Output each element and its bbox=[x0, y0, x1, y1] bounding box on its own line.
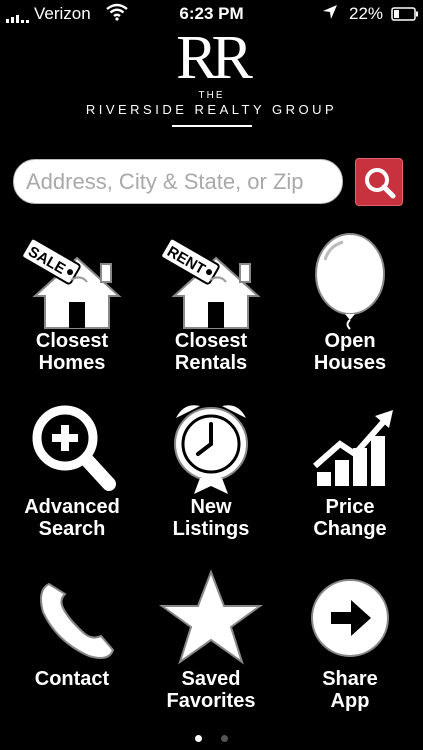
location-arrow-icon bbox=[322, 4, 338, 25]
balloon-icon bbox=[315, 233, 385, 330]
tile-closest-homes[interactable]: SALE Closest Homes bbox=[3, 230, 141, 374]
bar-chart-arrow-icon bbox=[313, 410, 393, 486]
tile-label: Price Change bbox=[313, 496, 387, 540]
tile-advanced-search[interactable]: Advanced Search bbox=[3, 396, 141, 540]
sale-house-icon: SALE bbox=[21, 237, 122, 329]
battery-percent: 22% bbox=[349, 4, 384, 23]
tile-label: Advanced Search bbox=[24, 496, 120, 540]
page-dot-1[interactable] bbox=[195, 735, 203, 742]
tile-label: Contact bbox=[34, 668, 110, 690]
rent-house-icon: RENT bbox=[160, 237, 261, 329]
tile-label: Saved Favorites bbox=[166, 668, 256, 712]
tile-share-app[interactable]: Share App bbox=[281, 568, 419, 712]
logo-underline bbox=[171, 125, 252, 127]
tile-contact[interactable]: Contact bbox=[3, 568, 141, 690]
tile-price-change[interactable]: Price Change bbox=[281, 396, 419, 540]
page-indicator[interactable] bbox=[0, 729, 423, 747]
page-dot-2[interactable] bbox=[220, 735, 228, 742]
battery-icon bbox=[391, 6, 419, 26]
arrow-circle-icon bbox=[311, 579, 389, 657]
tile-label: Closest Rentals bbox=[174, 330, 248, 374]
tile-open-houses[interactable]: Open Houses bbox=[281, 230, 419, 374]
alarm-clock-icon bbox=[174, 405, 248, 494]
logo-company-name: RIVERSIDE REALTY GROUP bbox=[85, 102, 338, 117]
logo-the: THE bbox=[198, 90, 225, 101]
logo-monogram: RR bbox=[176, 24, 253, 92]
tile-saved-favorites[interactable]: Saved Favorites bbox=[142, 568, 280, 712]
phone-icon bbox=[40, 582, 115, 659]
tile-label: Open Houses bbox=[313, 330, 387, 374]
search-icon bbox=[365, 168, 396, 199]
tile-label: Share App bbox=[322, 668, 378, 712]
star-icon bbox=[158, 569, 264, 665]
tile-new-listings[interactable]: New Listings bbox=[142, 396, 280, 540]
search-input[interactable] bbox=[13, 159, 343, 204]
tile-label: Closest Homes bbox=[35, 330, 109, 374]
tile-closest-rentals[interactable]: RENT Closest Rentals bbox=[142, 230, 280, 374]
brand-logo: RR THE RIVERSIDE REALTY GROUP bbox=[0, 24, 423, 127]
search-button[interactable] bbox=[355, 158, 403, 206]
magnify-plus-icon bbox=[32, 405, 116, 491]
tile-label: New Listings bbox=[172, 496, 250, 540]
